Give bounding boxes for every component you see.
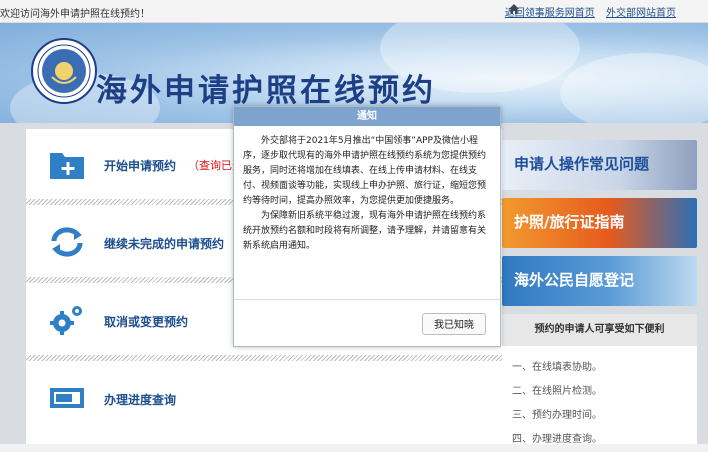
citizen-registration-label: 海外公民自愿登记 [514,271,635,289]
benefits-title: 预约的申请人可享受如下便利 [502,314,697,346]
benefits-box: 预约的申请人可享受如下便利 一、在线填表协助。 二、在线照片检测。 三、预约办理… [502,314,697,445]
faq-banner-label: 申请人操作常见问题 [514,155,650,173]
add-folder-icon [50,153,84,179]
mfa-home-link[interactable]: 外交部网站首页 [606,8,676,19]
consular-home-link[interactable]: 返回领事服务网首页 [505,8,595,19]
citizen-registration-banner[interactable]: 海外公民自愿登记 [502,256,697,306]
divider [26,355,502,361]
dialog-body: 外交部将于2021年5月推出“中国领事”APP及微信小程序，逐步取代现有的海外申… [234,126,500,254]
gear-icon [50,306,82,335]
refresh-arrows-icon [51,227,83,257]
benefit-item: 四、办理进度查询。 [512,434,602,445]
benefit-item: 一、在线填表协助。 [512,362,602,373]
site-title: 海外申请护照在线预约 [96,73,436,109]
right-panel: 申请人操作常见问题 护照/旅行证指南 海外公民自愿登记 预约的申请人可享受如下便… [502,140,697,445]
notice-paragraph: 为保障新旧系统平稳过渡，现有海外申请护照在线预约系统开放预约名额和时段将有所调整… [243,211,487,251]
menu-item-label: 取消或变更预约 [104,315,189,329]
menu-item-label: 开始申请预约 [104,159,177,173]
menu-item-label: 办理进度查询 [104,393,177,407]
acknowledge-button[interactable]: 我已知晓 [422,313,486,335]
monitor-icon [50,388,84,408]
top-bar: 欢迎访问海外申请护照在线预约！ 返回领事服务网首页 外交部网站首页 [0,0,708,23]
welcome-text: 欢迎访问海外申请护照在线预约！ [0,9,150,20]
notice-paragraph: 外交部将于2021年5月推出“中国领事”APP及微信小程序，逐步取代现有的海外申… [243,136,487,206]
passport-guide-label: 护照/旅行证指南 [514,213,625,231]
faq-banner[interactable]: 申请人操作常见问题 [502,140,697,190]
benefit-item: 二、在线照片检测。 [512,386,602,397]
dialog-separator [234,299,500,300]
menu-item-label: 继续未完成的申请预约 [104,237,225,251]
dialog-title: 通知 [234,107,500,126]
notice-dialog: 通知 外交部将于2021年5月推出“中国领事”APP及微信小程序，逐步取代现有的… [233,106,501,347]
menu-item-progress-query[interactable]: 办理进度查询 [26,363,502,435]
consular-emblem-logo [31,38,97,104]
passport-guide-banner[interactable]: 护照/旅行证指南 [502,198,697,248]
benefit-item: 三、预约办理时间。 [512,410,602,421]
